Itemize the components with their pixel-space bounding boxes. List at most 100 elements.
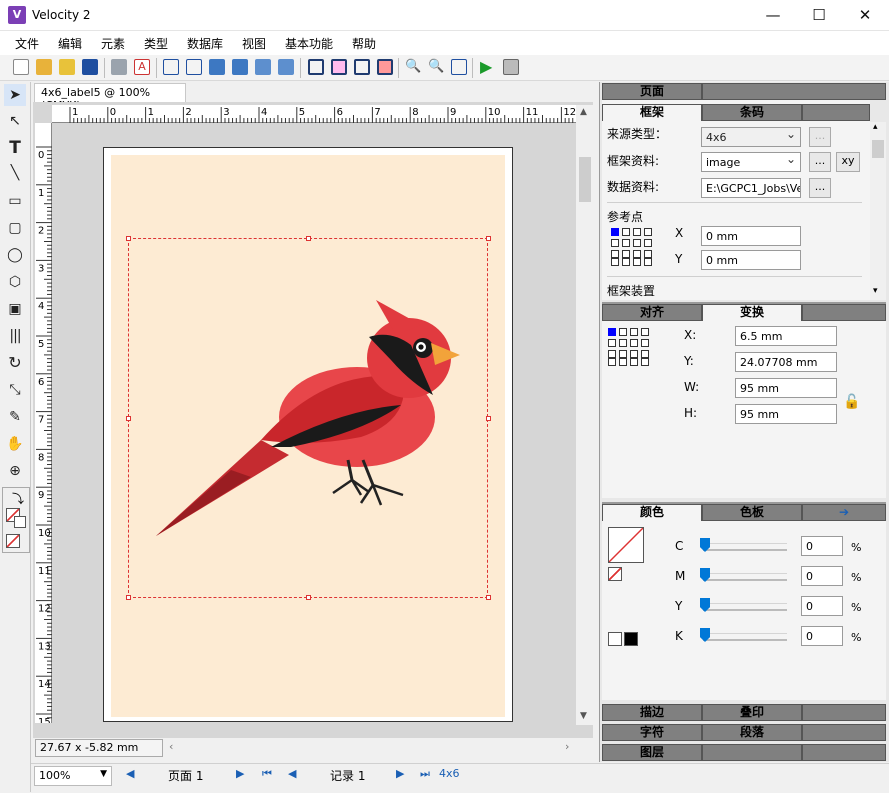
last-record-icon[interactable]: ⏭ bbox=[420, 767, 430, 781]
rotate-tool-icon[interactable]: ↻ bbox=[4, 352, 26, 374]
ref-cell-top-left[interactable] bbox=[611, 228, 619, 236]
data-info-more-button[interactable]: ... bbox=[809, 178, 831, 198]
black-swatch[interactable] bbox=[624, 632, 638, 646]
ref-cell[interactable] bbox=[633, 239, 641, 247]
ref-cell[interactable] bbox=[630, 328, 638, 336]
prev-record-icon[interactable]: ◀ bbox=[288, 767, 296, 780]
frame-panel-scroll-thumb[interactable] bbox=[872, 140, 884, 158]
scroll-up-icon[interactable]: ▴ bbox=[873, 122, 878, 132]
ref-cell[interactable] bbox=[622, 228, 630, 236]
ungroup-icon[interactable] bbox=[278, 59, 294, 75]
cmyk-y-field[interactable]: 0 bbox=[801, 596, 843, 616]
tab-align[interactable]: 对齐 bbox=[602, 304, 702, 321]
ellipse-tool-icon[interactable]: ◯ bbox=[4, 244, 26, 266]
menu-help[interactable]: 帮助 bbox=[352, 35, 376, 52]
tab-color[interactable]: 颜色 bbox=[602, 504, 702, 521]
resize-handle[interactable] bbox=[126, 595, 131, 600]
select-arrow-icon[interactable]: ➤ bbox=[4, 84, 26, 106]
distribute-icon[interactable] bbox=[186, 59, 202, 75]
reference-point-grid[interactable] bbox=[611, 228, 655, 268]
ref-cell[interactable] bbox=[630, 358, 638, 366]
scroll-right-icon[interactable]: › bbox=[565, 740, 569, 753]
ref-cell[interactable] bbox=[619, 358, 627, 366]
group-icon[interactable] bbox=[255, 59, 271, 75]
frame-panel-scrollbar[interactable]: ▴ ▾ bbox=[870, 122, 886, 300]
menu-type[interactable]: 类型 bbox=[144, 35, 168, 52]
ref-x-field[interactable]: 0 mm bbox=[701, 226, 801, 246]
open-folder-icon[interactable] bbox=[36, 59, 52, 75]
ref-cell[interactable] bbox=[641, 350, 649, 358]
ref-cell[interactable] bbox=[633, 250, 641, 258]
resize-handle[interactable] bbox=[306, 595, 311, 600]
zoom-in-icon[interactable]: 🔍 bbox=[405, 59, 421, 75]
lock-aspect-icon[interactable]: 🔓 bbox=[843, 394, 860, 410]
ref-cell[interactable] bbox=[644, 258, 652, 266]
menu-element[interactable]: 元素 bbox=[101, 35, 125, 52]
transform-y-field[interactable]: 24.07708 mm bbox=[735, 352, 837, 372]
text-tool-icon[interactable]: T bbox=[4, 137, 26, 159]
eyedropper-icon[interactable]: ✎ bbox=[4, 406, 26, 428]
ref-cell[interactable] bbox=[641, 358, 649, 366]
resize-handle[interactable] bbox=[126, 416, 131, 421]
polygon-tool-icon[interactable]: ⬡ bbox=[4, 271, 26, 293]
tab-overprint[interactable]: 叠印 bbox=[702, 704, 802, 721]
zoom-tool-icon[interactable]: ⊕ bbox=[4, 460, 26, 482]
cmyk-m-slider[interactable] bbox=[703, 573, 787, 581]
print-icon[interactable] bbox=[111, 59, 127, 75]
transform-w-field[interactable]: 95 mm bbox=[735, 378, 837, 398]
scroll-down-icon[interactable]: ▾ bbox=[873, 286, 878, 296]
ref-cell[interactable] bbox=[622, 258, 630, 266]
transform-reference-grid[interactable] bbox=[608, 328, 652, 368]
barcode-tool-icon[interactable]: ||| bbox=[4, 325, 26, 347]
ref-cell[interactable] bbox=[622, 239, 630, 247]
tab-paragraph[interactable]: 段落 bbox=[702, 724, 802, 741]
xy-button[interactable]: xy bbox=[836, 152, 860, 172]
ref-cell[interactable] bbox=[630, 339, 638, 347]
source-type-more-button[interactable]: ... bbox=[809, 127, 831, 147]
cmyk-k-field[interactable]: 0 bbox=[801, 626, 843, 646]
scroll-down-icon[interactable]: ▼ bbox=[580, 711, 587, 721]
next-page-icon[interactable]: ▶ bbox=[236, 767, 244, 780]
ref-cell[interactable] bbox=[611, 258, 619, 266]
resize-handle[interactable] bbox=[306, 236, 311, 241]
rounded-rect-tool-icon[interactable]: ▢ bbox=[4, 217, 26, 239]
first-record-icon[interactable]: ⏮ bbox=[262, 767, 272, 781]
ref-cell[interactable] bbox=[622, 250, 630, 258]
ref-cell[interactable] bbox=[608, 350, 616, 358]
text-a-icon[interactable]: A bbox=[134, 59, 150, 75]
line-tool-icon[interactable]: ╲ bbox=[4, 162, 26, 184]
tab-barcode[interactable]: 条码 bbox=[702, 104, 802, 121]
ref-cell[interactable] bbox=[633, 228, 641, 236]
resize-handle[interactable] bbox=[486, 416, 491, 421]
ref-cell[interactable] bbox=[611, 250, 619, 258]
ref-cell[interactable] bbox=[619, 350, 627, 358]
ref-cell[interactable] bbox=[644, 239, 652, 247]
zoom-fit-icon[interactable] bbox=[451, 59, 467, 75]
image-tool-icon[interactable]: ▣ bbox=[4, 298, 26, 320]
zoom-select[interactable]: 100% ▼ bbox=[34, 766, 112, 786]
stroke-color-swatch[interactable] bbox=[14, 516, 26, 528]
horizontal-scrollbar[interactable]: ‹ › bbox=[165, 739, 575, 756]
run-icon[interactable]: ▶ bbox=[480, 59, 496, 75]
ref-cell-top-left[interactable] bbox=[608, 328, 616, 336]
swap-colors-icon[interactable]: ⤵ bbox=[12, 490, 24, 507]
send-backward-icon[interactable] bbox=[232, 59, 248, 75]
cmyk-c-slider[interactable] bbox=[703, 543, 787, 551]
ref-cell[interactable] bbox=[619, 328, 627, 336]
close-button[interactable]: ✕ bbox=[842, 0, 888, 31]
frame-top-icon[interactable] bbox=[354, 59, 370, 75]
ref-cell[interactable] bbox=[608, 358, 616, 366]
menu-view[interactable]: 视图 bbox=[242, 35, 266, 52]
resize-handle[interactable] bbox=[486, 595, 491, 600]
menu-database[interactable]: 数据库 bbox=[187, 35, 223, 52]
open-template-icon[interactable] bbox=[59, 59, 75, 75]
frame-data-select[interactable]: image bbox=[701, 152, 801, 172]
transform-h-field[interactable]: 95 mm bbox=[735, 404, 837, 424]
selected-frame[interactable] bbox=[126, 236, 491, 600]
data-info-field[interactable]: E:\GCPC1_Jobs\Vel bbox=[701, 178, 801, 198]
direct-select-icon[interactable]: ↖ bbox=[4, 110, 26, 132]
ref-cell[interactable] bbox=[644, 228, 652, 236]
scroll-up-icon[interactable]: ▲ bbox=[580, 107, 587, 117]
frame-icon[interactable] bbox=[308, 59, 324, 75]
cmyk-c-field[interactable]: 0 bbox=[801, 536, 843, 556]
